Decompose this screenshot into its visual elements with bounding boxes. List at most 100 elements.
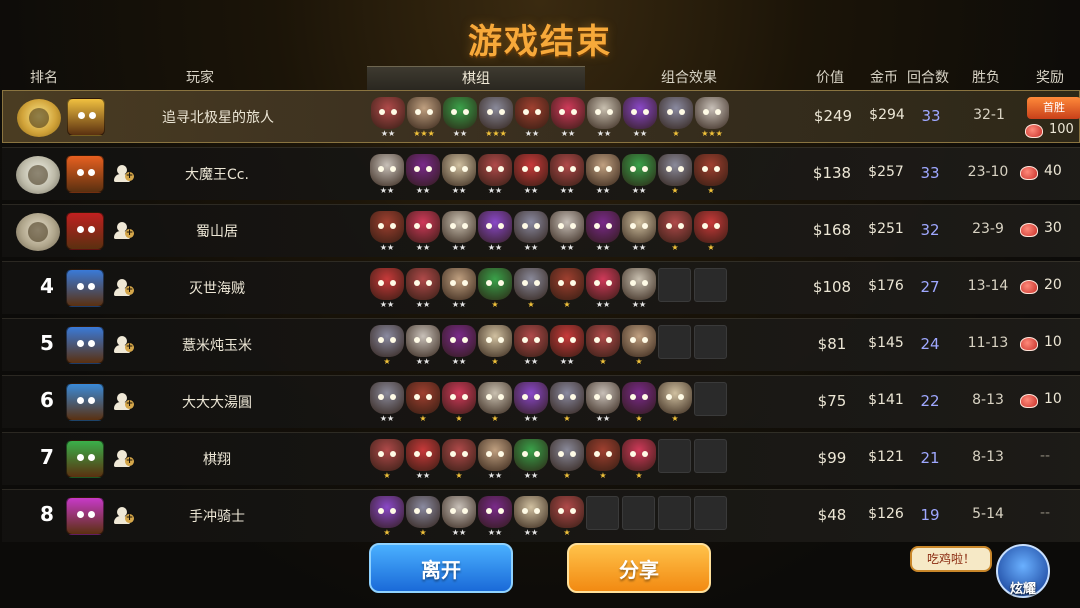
tab-board[interactable]: 棋组: [367, 66, 585, 90]
chess-unit-icon[interactable]: ★★: [442, 494, 476, 540]
player-avatar[interactable]: [66, 440, 104, 478]
chess-unit-icon[interactable]: ★★: [478, 437, 512, 483]
chess-unit-icon[interactable]: ★★★: [479, 95, 513, 141]
chess-unit-icon[interactable]: ★★: [478, 152, 512, 198]
chess-unit-icon[interactable]: ★★: [406, 152, 440, 198]
chess-unit-icon[interactable]: ★★: [406, 209, 440, 255]
player-avatar[interactable]: [66, 497, 104, 535]
chess-unit-icon[interactable]: ★★: [370, 152, 404, 198]
chess-unit-icon[interactable]: ★: [478, 266, 512, 312]
chess-unit-icon[interactable]: ★: [406, 380, 440, 426]
chess-unit-icon[interactable]: ★: [694, 152, 728, 198]
cell-value: $99: [817, 449, 847, 467]
add-friend-icon[interactable]: +: [114, 507, 134, 525]
chess-unit-icon[interactable]: ★★: [586, 209, 620, 255]
tab-combo[interactable]: 组合效果: [585, 66, 793, 90]
chess-unit-icon[interactable]: ★★: [587, 95, 621, 141]
chess-unit-icon[interactable]: ★★: [442, 266, 476, 312]
chess-unit-icon[interactable]: ★★: [406, 266, 440, 312]
result-row: 6 + 大大大湯圓 ★★ ★ ★ ★ ★★ ★ ★★ ★ ★ $75 $141 22 8-13 10: [2, 375, 1080, 428]
chess-unit-icon[interactable]: ★★: [370, 266, 404, 312]
cell-winloss: 32-1: [973, 107, 1005, 123]
chess-unit-icon[interactable]: ★★: [551, 95, 585, 141]
chess-unit-icon[interactable]: ★★: [478, 209, 512, 255]
chess-unit-icon[interactable]: ★: [550, 266, 584, 312]
add-friend-icon[interactable]: +: [114, 165, 134, 183]
chess-unit-icon[interactable]: ★★: [514, 152, 548, 198]
header-reward: 奖励: [1036, 70, 1064, 86]
player-avatar[interactable]: [66, 269, 104, 307]
chess-unit-icon[interactable]: ★: [478, 323, 512, 369]
chess-unit-icon[interactable]: ★★: [370, 209, 404, 255]
chess-unit-icon[interactable]: ★★: [371, 95, 405, 141]
add-friend-icon[interactable]: +: [114, 393, 134, 411]
meat-currency-icon: [1025, 124, 1043, 138]
chess-unit-icon[interactable]: ★: [478, 380, 512, 426]
leave-button[interactable]: 离开: [369, 543, 513, 593]
chess-unit-icon[interactable]: ★: [694, 209, 728, 255]
player-avatar[interactable]: [66, 383, 104, 421]
chess-unit-icon[interactable]: ★★: [514, 380, 548, 426]
chess-unit-icon[interactable]: ★★: [443, 95, 477, 141]
chess-unit-icon[interactable]: ★: [586, 437, 620, 483]
chess-unit-icon[interactable]: ★★: [370, 380, 404, 426]
chess-unit-icon[interactable]: ★★: [622, 152, 656, 198]
player-avatar[interactable]: [66, 212, 104, 250]
chess-unit-icon[interactable]: ★: [442, 437, 476, 483]
chess-unit-icon[interactable]: ★★: [623, 95, 657, 141]
chess-unit-icon[interactable]: ★: [658, 152, 692, 198]
chess-unit-icon[interactable]: ★★: [622, 266, 656, 312]
chess-unit-icon[interactable]: ★: [622, 380, 656, 426]
chess-unit-icon[interactable]: ★: [370, 494, 404, 540]
chess-unit-icon[interactable]: ★★: [442, 209, 476, 255]
chess-unit-icon[interactable]: ★: [622, 437, 656, 483]
chess-unit-icon[interactable]: ★★: [622, 209, 656, 255]
chess-unit-icon[interactable]: ★: [658, 209, 692, 255]
chess-unit-icon[interactable]: ★: [622, 323, 656, 369]
show-off-button[interactable]: 炫耀: [996, 578, 1050, 597]
chess-unit-icon[interactable]: ★★: [550, 209, 584, 255]
chess-unit-icon[interactable]: ★: [586, 323, 620, 369]
player-avatar[interactable]: [67, 98, 105, 136]
chess-unit-icon[interactable]: ★★: [586, 380, 620, 426]
empty-slot: [658, 439, 691, 473]
add-friend-icon[interactable]: +: [114, 279, 134, 297]
chess-unit-icon[interactable]: ★: [550, 380, 584, 426]
chess-unit-icon[interactable]: ★: [550, 494, 584, 540]
chess-unit-icon[interactable]: ★★: [514, 209, 548, 255]
add-friend-icon[interactable]: +: [114, 222, 134, 240]
chess-unit-icon[interactable]: ★★: [515, 95, 549, 141]
chess-unit-icon[interactable]: ★: [658, 380, 692, 426]
chess-unit-icon[interactable]: ★: [659, 95, 693, 141]
reward: --: [1040, 448, 1051, 464]
chess-unit-icon[interactable]: ★★★: [407, 95, 441, 141]
chess-unit-icon[interactable]: ★★: [514, 437, 548, 483]
cell-rounds: 33: [920, 164, 940, 182]
chess-unit-icon[interactable]: ★★: [550, 152, 584, 198]
header-rank: 排名: [30, 70, 58, 86]
add-friend-icon[interactable]: +: [114, 336, 134, 354]
chess-unit-icon[interactable]: ★★: [442, 152, 476, 198]
chess-unit-icon[interactable]: ★★: [478, 494, 512, 540]
chess-unit-icon[interactable]: ★★: [514, 494, 548, 540]
chess-unit-icon[interactable]: ★: [406, 494, 440, 540]
player-avatar[interactable]: [66, 326, 104, 364]
meat-currency-icon: [1020, 280, 1038, 294]
chess-unit-icon[interactable]: ★★: [442, 323, 476, 369]
chess-unit-icon[interactable]: ★: [514, 266, 548, 312]
share-button[interactable]: 分享: [567, 543, 711, 593]
player-name: 蜀山居: [196, 224, 238, 240]
player-avatar[interactable]: [66, 155, 104, 193]
chess-unit-icon[interactable]: ★★: [406, 437, 440, 483]
chess-unit-icon[interactable]: ★: [442, 380, 476, 426]
chess-unit-icon[interactable]: ★: [550, 437, 584, 483]
chess-unit-icon[interactable]: ★★: [550, 323, 584, 369]
chess-unit-icon[interactable]: ★★: [586, 266, 620, 312]
chess-unit-icon[interactable]: ★★: [514, 323, 548, 369]
chess-unit-icon[interactable]: ★: [370, 437, 404, 483]
add-friend-icon[interactable]: +: [114, 450, 134, 468]
chess-unit-icon[interactable]: ★★★: [695, 95, 729, 141]
chess-unit-icon[interactable]: ★: [370, 323, 404, 369]
chess-unit-icon[interactable]: ★★: [406, 323, 440, 369]
chess-unit-icon[interactable]: ★★: [586, 152, 620, 198]
